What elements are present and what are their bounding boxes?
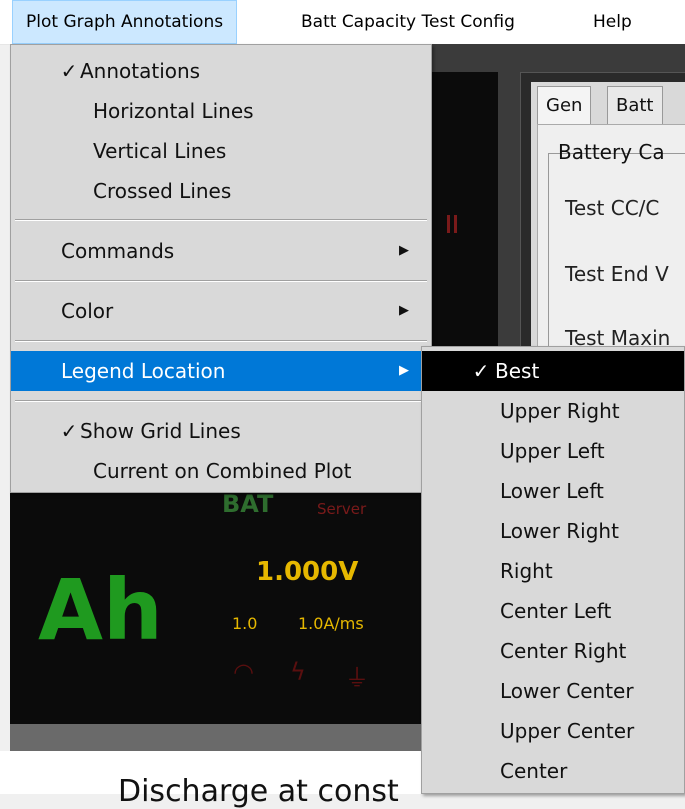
submenu-arrow-icon: ▶ <box>399 243 409 258</box>
menu-item-commands[interactable]: Commands ▶ <box>11 231 431 271</box>
bat-label: BAT <box>222 490 274 518</box>
unit-ah: Ah <box>38 561 163 659</box>
server-label: Server <box>317 500 367 518</box>
voltage-readout: 1.000V <box>256 557 359 587</box>
legend-option-lower-right[interactable]: Lower Right <box>422 511 684 551</box>
menu-item-horizontal-lines[interactable]: Horizontal Lines <box>11 91 431 131</box>
menu-item-color[interactable]: Color ▶ <box>11 291 431 331</box>
lightning-icon: ϟ <box>290 658 306 686</box>
page-caption: Discharge at const <box>118 774 399 809</box>
check-icon: ✓ <box>60 59 78 83</box>
check-icon: ✓ <box>60 419 78 443</box>
menu-item-annotations[interactable]: ✓ Annotations <box>11 51 431 91</box>
menu-bar: Plot Graph Annotations Batt Capacity Tes… <box>0 0 685 45</box>
legend-option-upper-center[interactable]: Upper Center <box>422 711 684 751</box>
menu-item-legend-location[interactable]: Legend Location ▶ <box>11 351 431 391</box>
submenu-arrow-icon: ▶ <box>399 363 409 378</box>
menu-batt-capacity-test-config[interactable]: Batt Capacity Test Config <box>288 0 528 44</box>
menu-separator <box>15 280 427 282</box>
menu-separator <box>15 340 427 342</box>
legend-option-upper-right[interactable]: Upper Right <box>422 391 684 431</box>
indicator-mark <box>447 215 457 233</box>
group-title: Battery Ca <box>558 140 665 164</box>
check-icon: ✓ <box>472 359 490 383</box>
value-b: 1.0A/ms <box>298 614 364 633</box>
legend-option-center-left[interactable]: Center Left <box>422 591 684 631</box>
gauge-icon: ◠ <box>233 658 254 686</box>
legend-option-lower-center[interactable]: Lower Center <box>422 671 684 711</box>
plot-graph-annotations-menu: ✓ Annotations Horizontal Lines Vertical … <box>10 44 432 493</box>
menu-separator <box>15 219 427 221</box>
submenu-arrow-icon: ▶ <box>399 303 409 318</box>
legend-location-submenu: ✓ Best Upper Right Upper Left Lower Left… <box>421 346 685 794</box>
config-label-test-cc: Test CC/C <box>565 196 660 220</box>
tab-batt[interactable]: Batt <box>607 86 663 124</box>
ground-icon: ⏚ <box>345 664 369 692</box>
menu-separator <box>15 400 427 402</box>
legend-option-center[interactable]: Center <box>422 751 684 791</box>
menu-item-crossed-lines[interactable]: Crossed Lines <box>11 171 431 211</box>
legend-option-right[interactable]: Right <box>422 551 684 591</box>
menu-plot-graph-annotations[interactable]: Plot Graph Annotations <box>12 0 238 44</box>
legend-option-best[interactable]: ✓ Best <box>422 351 684 391</box>
tab-gen[interactable]: Gen <box>537 86 592 124</box>
legend-option-center-right[interactable]: Center Right <box>422 631 684 671</box>
menu-item-current-on-combined-plot[interactable]: Current on Combined Plot <box>11 451 431 491</box>
menu-help[interactable]: Help <box>580 0 645 44</box>
menu-item-vertical-lines[interactable]: Vertical Lines <box>11 131 431 171</box>
legend-option-upper-left[interactable]: Upper Left <box>422 431 684 471</box>
value-a: 1.0 <box>232 614 258 633</box>
config-label-test-end-v: Test End V <box>565 262 669 286</box>
menu-item-show-grid-lines[interactable]: ✓ Show Grid Lines <box>11 411 431 451</box>
legend-option-lower-left[interactable]: Lower Left <box>422 471 684 511</box>
